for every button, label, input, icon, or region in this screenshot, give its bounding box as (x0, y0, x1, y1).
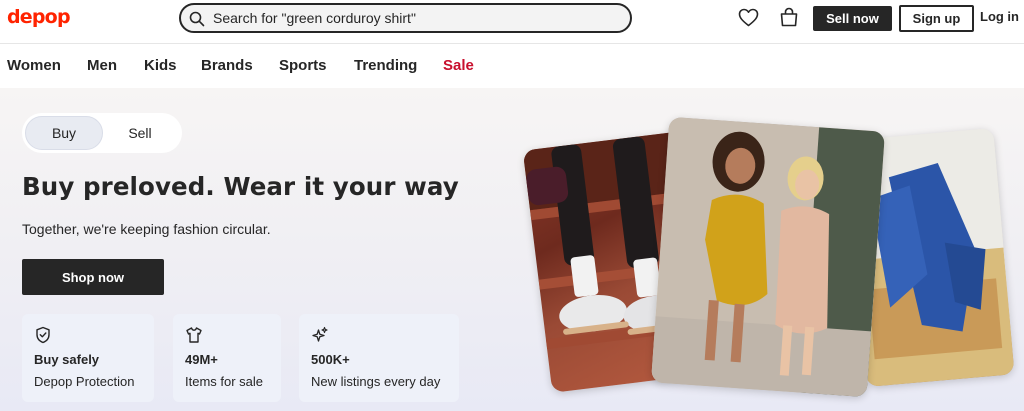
sign-up-button[interactable]: Sign up (899, 5, 974, 32)
feature-title: 500K+ (311, 352, 350, 367)
feature-title: 49M+ (185, 352, 218, 367)
toggle-sell-option[interactable]: Sell (112, 116, 168, 150)
feature-card-buy-safely: Buy safely Depop Protection (22, 314, 154, 402)
sell-now-button[interactable]: Sell now (813, 6, 892, 31)
tshirt-icon (186, 327, 202, 343)
hero-headline: Buy preloved. Wear it your way (22, 172, 459, 201)
feature-subtitle: Items for sale (185, 374, 264, 389)
shield-check-icon (36, 326, 50, 344)
nav-item-kids[interactable]: Kids (144, 57, 177, 74)
search-input[interactable] (213, 8, 613, 28)
feature-subtitle: Depop Protection (34, 374, 135, 389)
friends-illustration (650, 116, 886, 398)
nav-item-women[interactable]: Women (7, 57, 61, 74)
nav-item-sale[interactable]: Sale (443, 57, 474, 74)
category-nav: Women Men Kids Brands Sports Trending Sa… (0, 44, 1024, 88)
feature-card-listings: 500K+ New listings every day (299, 314, 459, 402)
nav-item-trending[interactable]: Trending (354, 57, 417, 74)
shop-now-button[interactable]: Shop now (22, 259, 164, 295)
sparkle-icon (312, 326, 328, 342)
nav-item-brands[interactable]: Brands (201, 57, 253, 74)
hero-subline: Together, we're keeping fashion circular… (22, 221, 271, 237)
toggle-buy-option[interactable]: Buy (25, 116, 103, 150)
search-icon (189, 11, 205, 27)
heart-icon[interactable] (738, 8, 759, 27)
header: depop Sell now Sign up Log in (0, 0, 1024, 44)
friends-walking-photo (650, 116, 886, 398)
nav-item-sports[interactable]: Sports (279, 57, 327, 74)
search-bar[interactable] (179, 3, 632, 33)
feature-subtitle: New listings every day (311, 374, 441, 389)
bag-icon[interactable] (779, 7, 799, 27)
log-in-button[interactable]: Log in (980, 9, 1019, 24)
buy-sell-toggle: Buy Sell (22, 113, 182, 153)
hero-section: Buy Sell Buy preloved. Wear it your way … (0, 88, 1024, 411)
nav-item-men[interactable]: Men (87, 57, 117, 74)
feature-title: Buy safely (34, 352, 100, 367)
depop-logo[interactable]: depop (7, 6, 71, 28)
feature-card-items: 49M+ Items for sale (173, 314, 281, 402)
